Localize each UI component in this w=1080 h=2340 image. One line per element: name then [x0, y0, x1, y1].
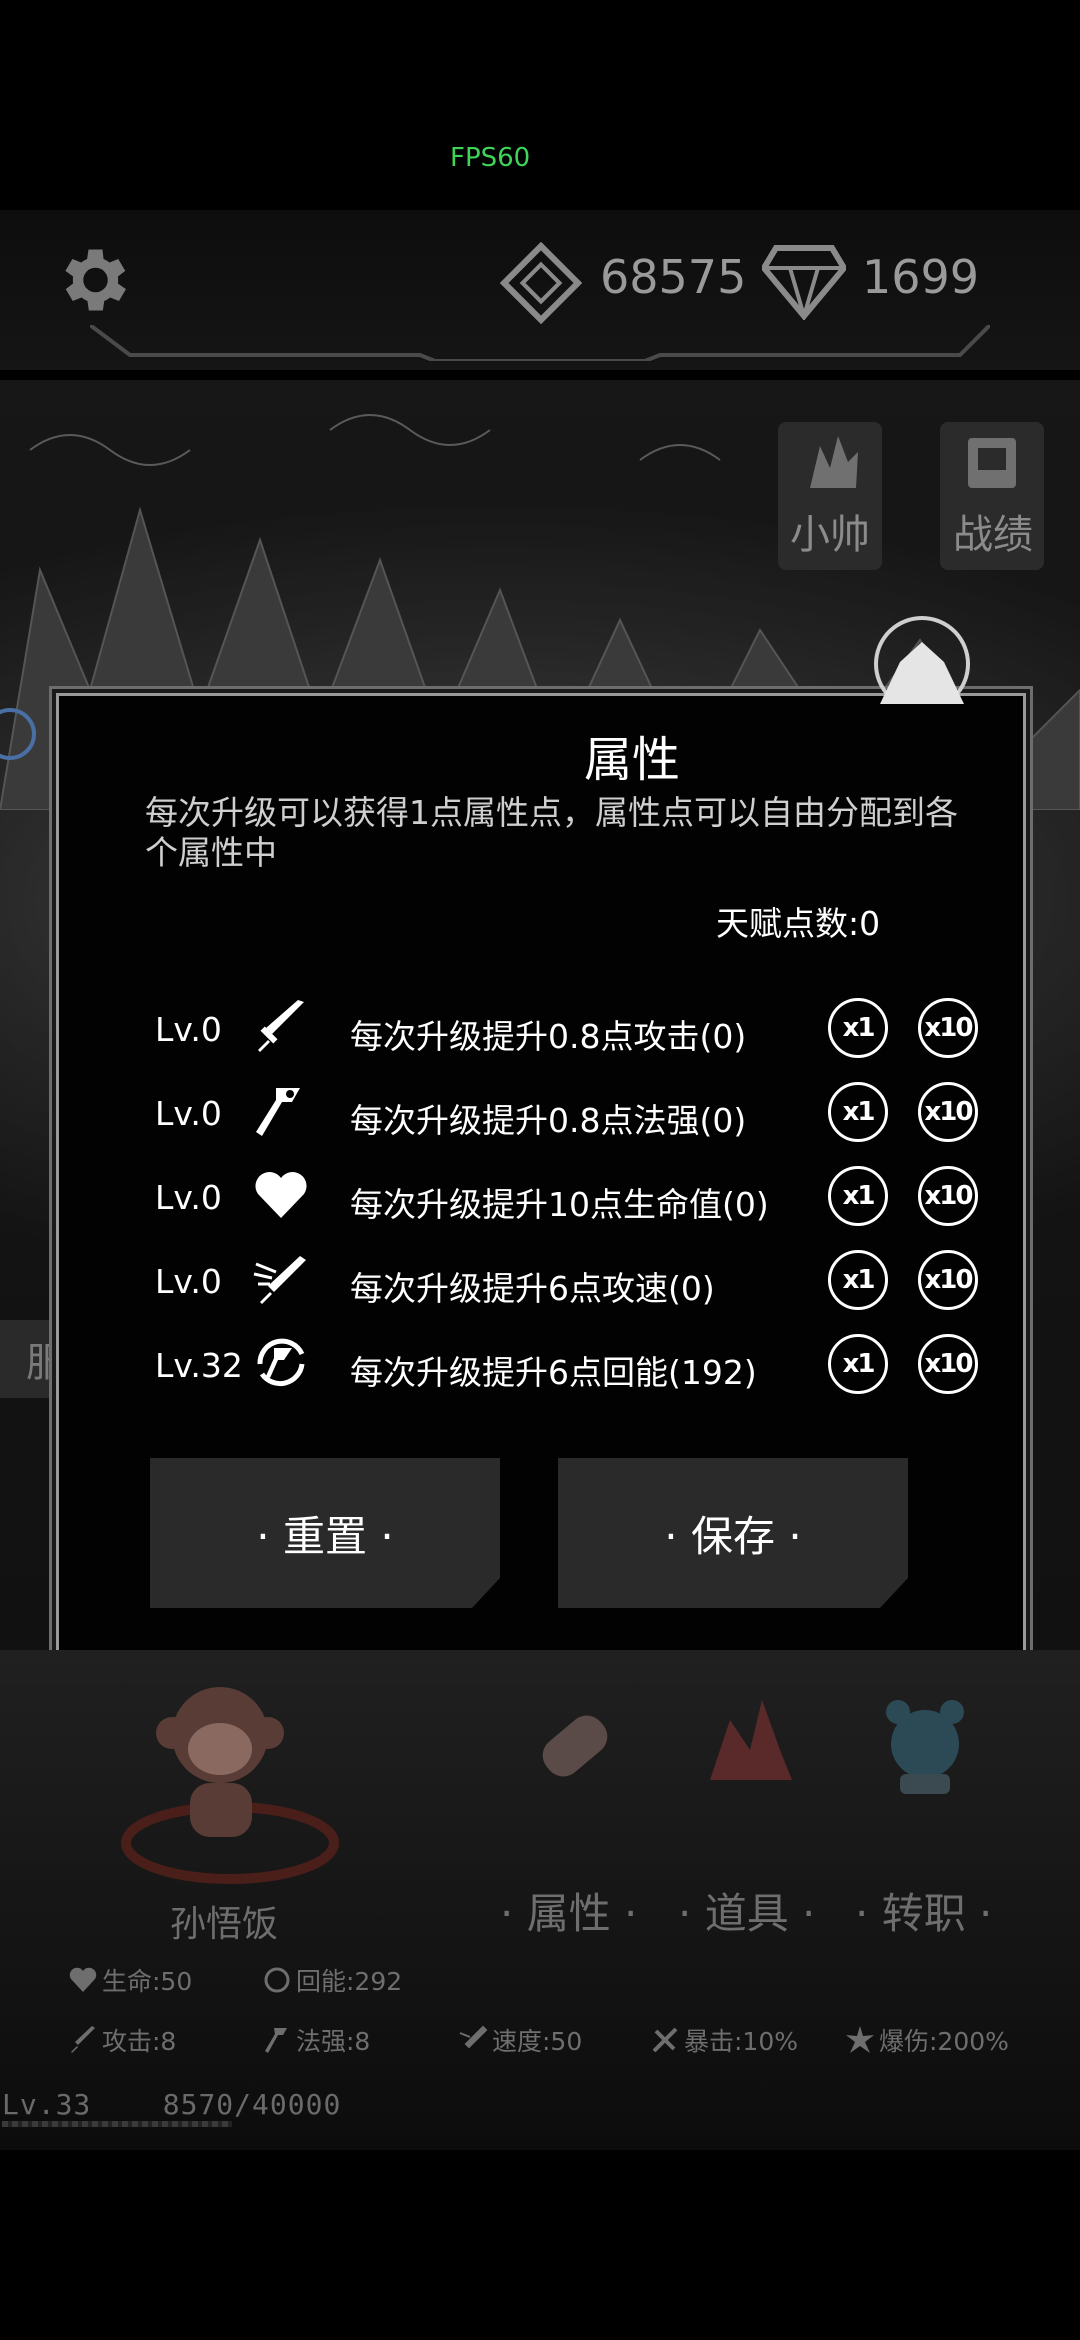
energy-regen-icon	[264, 1967, 290, 1993]
sword-icon	[258, 1000, 304, 1052]
add-x10-button[interactable]: x10	[918, 1082, 978, 1142]
heart-icon	[69, 1967, 97, 1992]
character-avatar[interactable]	[110, 1665, 350, 1890]
blue-bear-icon	[886, 1700, 964, 1794]
level-exp-label: Lv.33 8570/40000	[2, 2088, 341, 2121]
stat-crit-value: 暴击:10%	[684, 2027, 798, 2056]
stat-crit-damage-value: 爆伤:200%	[879, 2027, 1009, 2056]
energy-regen-icon	[257, 1338, 305, 1386]
crit-icon	[652, 2027, 678, 2053]
scroll-icon	[542, 1715, 608, 1777]
attack-speed-icon	[253, 1256, 306, 1304]
row-level: Lv.32	[155, 1346, 243, 1385]
add-x10-button[interactable]: x10	[918, 1250, 978, 1310]
stat-attack: 攻击:8	[68, 2022, 176, 2058]
row-level: Lv.0	[155, 1262, 222, 1301]
character-level: Lv.33	[2, 2088, 92, 2121]
fps-counter: FPS60	[450, 143, 531, 173]
talent-points: 天赋点数:0	[716, 904, 881, 943]
exp-bar	[2, 2121, 232, 2127]
character-name: 孙悟饭	[170, 1904, 279, 1945]
add-x10-button[interactable]: x10	[918, 998, 978, 1058]
magic-staff-icon	[265, 2028, 287, 2053]
row-description: 每次升级提升10点生命值(0)	[350, 1185, 769, 1224]
book-icon	[968, 438, 1016, 488]
crystal-icon	[810, 436, 858, 488]
stat-speed-value: 速度:50	[492, 2027, 583, 2056]
add-x1-button[interactable]: x1	[828, 1250, 888, 1310]
stat-magic-value: 法强:8	[296, 2027, 371, 2056]
modal-ornament	[874, 616, 970, 704]
character-exp: 8570/40000	[162, 2088, 342, 2121]
settings-gear-icon[interactable]	[50, 238, 134, 322]
add-x10-button[interactable]: x10	[918, 1166, 978, 1226]
add-x1-button[interactable]: x1	[828, 1166, 888, 1226]
gem-icon	[762, 245, 846, 320]
stat-hp-value: 生命:50	[102, 1967, 193, 1996]
coin-diamond-icon	[500, 242, 582, 324]
stat-crit-damage: 爆伤:200%	[845, 2022, 1009, 2058]
stat-magic: 法强:8	[262, 2022, 370, 2058]
row-level: Lv.0	[155, 1010, 222, 1049]
stat-speed: 速度:50	[458, 2022, 582, 2058]
coin-count: 68575	[600, 250, 747, 304]
row-level: Lv.0	[155, 1178, 222, 1217]
row-description: 每次升级提升6点回能(192)	[350, 1353, 757, 1392]
diamond-count: 1699	[862, 250, 980, 304]
add-x1-button[interactable]: x1	[828, 998, 888, 1058]
modal-title: 属性	[583, 732, 680, 788]
side-label-xiaoshuai: 小帅	[790, 512, 870, 558]
stat-attack-value: 攻击:8	[102, 2027, 177, 2056]
hud-frame-line	[90, 325, 990, 361]
tab-attributes[interactable]: · 属性 ·	[500, 1880, 637, 1941]
burst-icon	[846, 2026, 874, 2053]
tab-items[interactable]: · 道具 ·	[678, 1880, 815, 1941]
row-description: 每次升级提升6点攻速(0)	[350, 1269, 715, 1308]
side-label-record: 战绩	[953, 512, 1033, 558]
add-x1-button[interactable]: x1	[828, 1334, 888, 1394]
attack-speed-icon	[459, 2025, 488, 2049]
reset-button[interactable]: · 重置 ·	[150, 1458, 500, 1608]
stat-hp: 生命:50	[68, 1962, 192, 1998]
modal-description: 每次升级可以获得1点属性点，属性点可以自由分配到各个属性中	[145, 793, 958, 872]
row-level: Lv.0	[155, 1094, 222, 1133]
stat-crit: 暴击:10%	[650, 2022, 798, 2058]
row-description: 每次升级提升0.8点法强(0)	[350, 1101, 747, 1140]
save-button[interactable]: · 保存 ·	[558, 1458, 908, 1608]
stat-regen-value: 回能:292	[296, 1967, 403, 1996]
add-x1-button[interactable]: x1	[828, 1082, 888, 1142]
row-description: 每次升级提升0.8点攻击(0)	[350, 1017, 747, 1056]
magic-staff-icon	[256, 1088, 300, 1136]
sword-icon	[71, 2026, 95, 2053]
stat-regen: 回能:292	[262, 1962, 402, 1998]
heart-icon	[255, 1171, 307, 1218]
tab-class-change[interactable]: · 转职 ·	[855, 1880, 992, 1941]
add-x10-button[interactable]: x10	[918, 1334, 978, 1394]
red-crystal-icon	[710, 1700, 792, 1780]
